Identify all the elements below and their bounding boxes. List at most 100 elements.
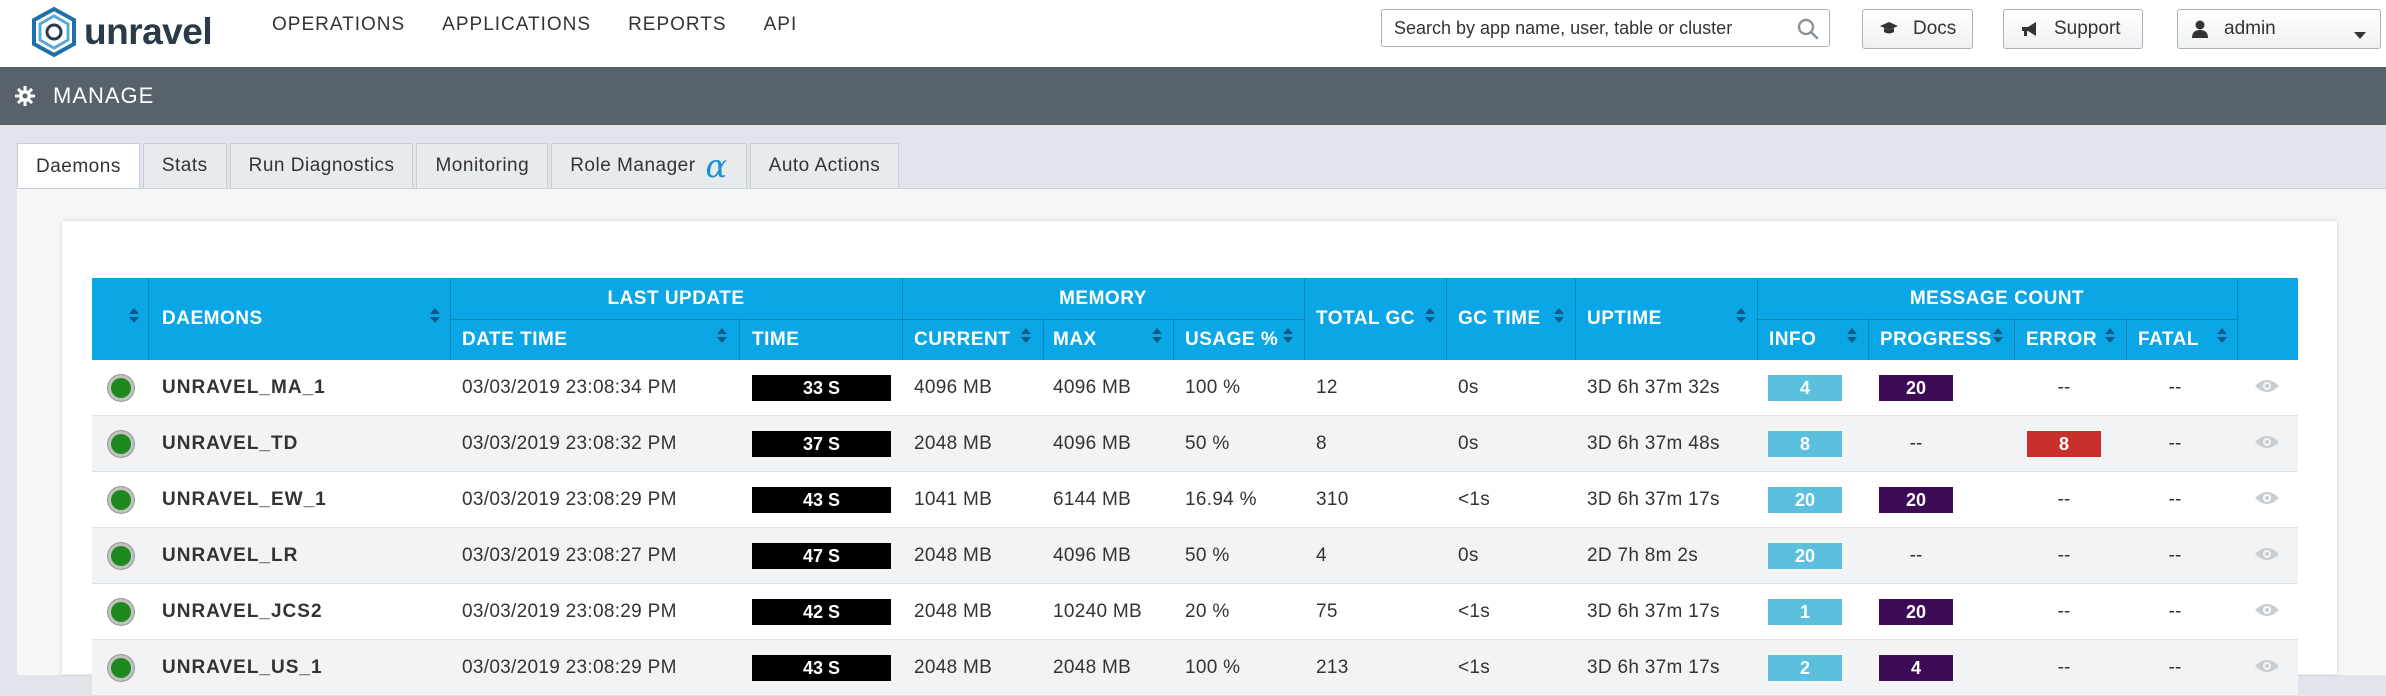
nav-api[interactable]: API [764,14,798,36]
unravel-logo-icon [32,6,76,58]
sort-icon[interactable] [717,328,727,343]
docs-button[interactable]: Docs [1862,9,1973,49]
sort-icon[interactable] [1283,328,1293,343]
fatal-count: -- [2168,488,2182,510]
error-count: -- [2057,656,2071,678]
tab-run-diagnostics[interactable]: Run Diagnostics [229,143,414,188]
col-date-time[interactable]: DATE TIME [462,319,567,360]
brand-logo[interactable]: unravel [28,4,213,60]
col-fatal[interactable]: FATAL [2138,319,2199,360]
sort-icon[interactable] [129,308,139,323]
table-row[interactable]: UNRAVEL_EW_1 03/03/2019 23:08:29 PM 43 S… [92,472,2298,528]
col-uptime[interactable]: UPTIME [1587,278,1662,360]
memory-max: 6144 MB [1053,488,1132,510]
fatal-count: -- [2168,544,2182,566]
progress-count: -- [1909,432,1923,454]
info-badge: 4 [1768,375,1842,401]
col-time[interactable]: TIME [752,319,799,360]
user-icon [2192,20,2208,38]
page-header: MANAGE [0,67,2386,125]
eye-icon[interactable] [2254,601,2280,625]
time-badge: 37 S [752,431,891,457]
memory-current: 2048 MB [914,432,993,454]
time-badge: 42 S [752,599,891,625]
info-badge: 8 [1768,431,1842,457]
status-indicator [108,543,134,569]
daemon-name: UNRAVEL_TD [162,432,299,454]
col-total-gc[interactable]: TOTAL GC [1316,278,1415,360]
eye-icon[interactable] [2254,657,2280,681]
user-menu-button[interactable]: admin [2177,9,2381,49]
col-daemons[interactable]: DAEMONS [162,278,263,360]
tab-auto-actions[interactable]: Auto Actions [749,143,900,188]
tab-daemons[interactable]: Daemons [17,143,140,189]
tab-role-manager[interactable]: Role Manager α [551,143,747,188]
table-row[interactable]: UNRAVEL_TD 03/03/2019 23:08:32 PM 37 S 2… [92,416,2298,472]
sort-icon[interactable] [1736,308,1746,323]
time-badge: 33 S [752,375,891,401]
sort-icon[interactable] [2217,328,2227,343]
col-info[interactable]: INFO [1769,319,1816,360]
main-nav: OPERATIONS APPLICATIONS REPORTS API [272,14,834,36]
gc-time: <1s [1458,656,1491,678]
eye-icon[interactable] [2254,377,2280,401]
docs-label: Docs [1913,18,1957,39]
sort-icon[interactable] [1425,308,1435,323]
sort-icon[interactable] [430,308,440,323]
sort-icon[interactable] [2105,328,2115,343]
sort-icon[interactable] [1847,328,1857,343]
tab-monitoring[interactable]: Monitoring [416,143,549,188]
error-count: -- [2057,544,2071,566]
eye-icon[interactable] [2254,545,2280,569]
memory-usage: 50 % [1185,544,1230,566]
date-time: 03/03/2019 23:08:34 PM [462,376,677,398]
sort-icon[interactable] [1993,328,2003,343]
eye-icon[interactable] [2254,489,2280,513]
daemon-name: UNRAVEL_LR [162,544,299,566]
sort-icon[interactable] [1021,328,1031,343]
col-error[interactable]: ERROR [2026,319,2097,360]
search-icon[interactable] [1797,18,1819,45]
col-current[interactable]: CURRENT [914,319,1010,360]
tab-label: Monitoring [435,155,530,176]
daemon-name: UNRAVEL_EW_1 [162,488,327,510]
memory-current: 2048 MB [914,656,993,678]
table-row[interactable]: UNRAVEL_JCS2 03/03/2019 23:08:29 PM 42 S… [92,584,2298,640]
group-message-count: MESSAGE COUNT [1909,287,2085,309]
memory-max: 4096 MB [1053,376,1132,398]
col-max[interactable]: MAX [1053,319,1097,360]
nav-reports[interactable]: REPORTS [628,14,727,36]
time-badge: 47 S [752,543,891,569]
nav-operations[interactable]: OPERATIONS [272,14,405,36]
table-row[interactable]: UNRAVEL_LR 03/03/2019 23:08:27 PM 47 S 2… [92,528,2298,584]
col-gc-time[interactable]: GC TIME [1458,278,1541,360]
support-button[interactable]: Support [2003,9,2143,49]
tab-label: Auto Actions [768,155,881,176]
sort-icon[interactable] [1554,308,1564,323]
memory-usage: 100 % [1185,376,1241,398]
eye-icon[interactable] [2254,433,2280,457]
status-indicator [108,487,134,513]
uptime: 3D 6h 37m 17s [1587,656,1720,678]
user-name: admin [2224,18,2276,39]
support-label: Support [2054,18,2121,39]
table-row[interactable]: UNRAVEL_US_1 03/03/2019 23:08:29 PM 43 S… [92,640,2298,696]
sort-icon[interactable] [1152,328,1162,343]
progress-badge: 20 [1879,599,1953,625]
tab-stats[interactable]: Stats [142,143,227,188]
nav-applications[interactable]: APPLICATIONS [442,14,591,36]
col-usage[interactable]: USAGE % [1185,319,1278,360]
tab-label: Stats [161,155,208,176]
daemon-name: UNRAVEL_JCS2 [162,600,323,622]
memory-current: 2048 MB [914,600,993,622]
uptime: 3D 6h 37m 17s [1587,600,1720,622]
search-input[interactable] [1392,17,1796,40]
table-row[interactable]: UNRAVEL_MA_1 03/03/2019 23:08:34 PM 33 S… [92,360,2298,416]
tab-label: Run Diagnostics [248,155,395,176]
total-gc: 12 [1316,376,1338,398]
uptime: 3D 6h 37m 32s [1587,376,1720,398]
daemon-name: UNRAVEL_US_1 [162,656,323,678]
error-count: -- [2057,600,2071,622]
tab-bar: Daemons Stats Run Diagnostics Monitoring… [17,143,902,189]
col-progress[interactable]: PROGRESS [1880,319,1992,360]
